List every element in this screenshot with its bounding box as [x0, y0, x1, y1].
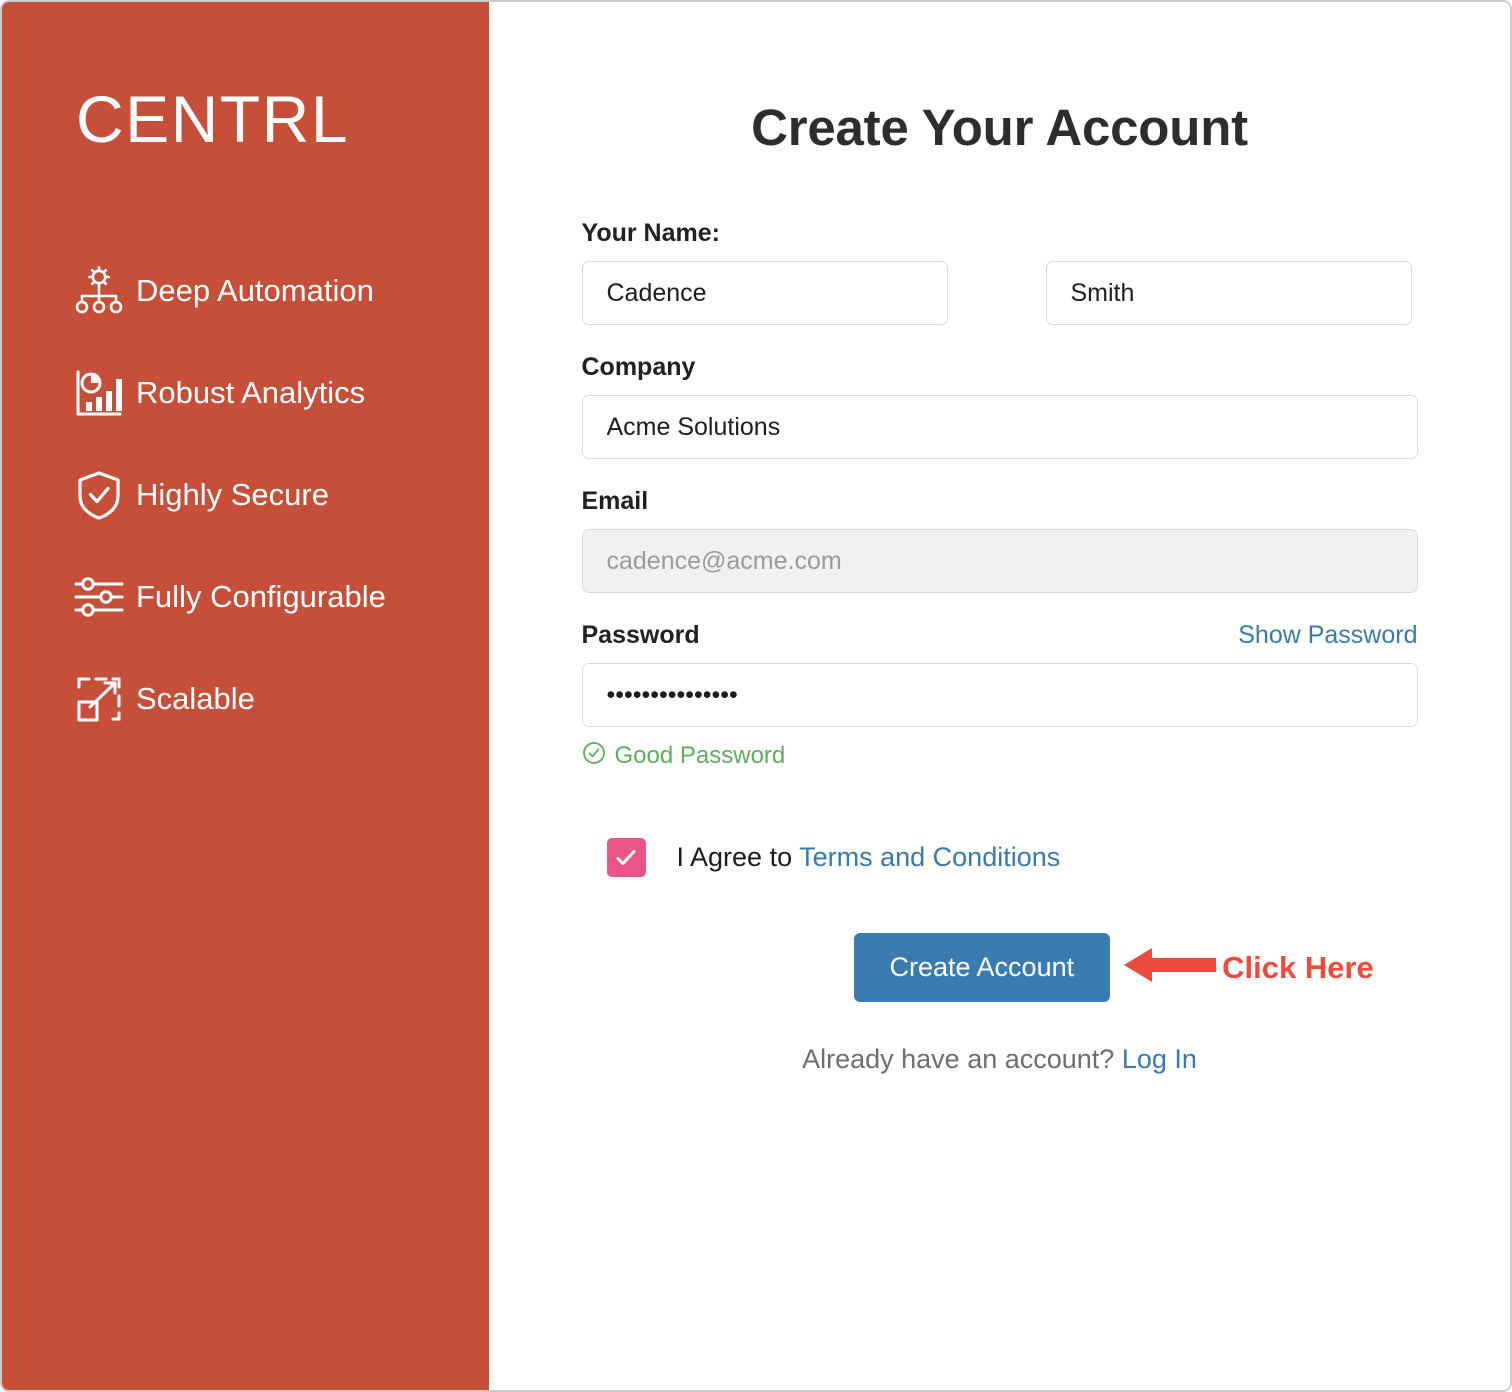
- callout-text: Click Here: [1222, 949, 1374, 985]
- scale-expand-icon: [72, 672, 126, 726]
- shield-check-icon: [72, 468, 126, 522]
- feature-label: Robust Analytics: [136, 375, 366, 410]
- signup-page: CENTRL Deep Automation Robust Analytics …: [0, 0, 1512, 1392]
- feature-item-highly-secure: Highly Secure: [72, 464, 482, 526]
- check-circle-icon: [582, 741, 606, 770]
- email-label: Email: [581, 487, 649, 515]
- analytics-icon: [72, 366, 126, 420]
- password-input[interactable]: [581, 663, 1418, 727]
- first-name-input[interactable]: [581, 261, 948, 325]
- click-here-callout: Click Here: [1122, 942, 1374, 993]
- page-title: Create Your Account: [751, 99, 1248, 156]
- company-input[interactable]: [581, 395, 1418, 459]
- feature-label: Scalable: [136, 681, 255, 716]
- feature-item-scalable: Scalable: [72, 668, 482, 730]
- terms-link[interactable]: Terms and Conditions: [799, 842, 1060, 872]
- email-input[interactable]: [581, 529, 1418, 593]
- signup-form: Your Name: Company Email Password: [581, 219, 1418, 1075]
- password-label-row: Password Show Password: [582, 621, 1418, 650]
- feature-item-fully-configurable: Fully Configurable: [72, 566, 482, 628]
- login-prompt-text: Already have an account?: [802, 1044, 1122, 1074]
- terms-agree-row: I Agree to Terms and Conditions: [606, 838, 1418, 877]
- terms-agree-text: I Agree to Terms and Conditions: [677, 842, 1061, 873]
- feature-label: Fully Configurable: [136, 579, 386, 614]
- feature-list: Deep Automation Robust Analytics Highly …: [72, 260, 482, 770]
- password-strength-text: Good Password: [614, 741, 786, 769]
- left-arrow-icon: [1122, 942, 1218, 993]
- feature-label: Deep Automation: [136, 273, 374, 308]
- brand-sidebar: CENTRL Deep Automation Robust Analytics …: [2, 2, 489, 1390]
- email-field-group: Email: [581, 487, 1418, 593]
- feature-item-deep-automation: Deep Automation: [72, 260, 482, 322]
- name-row: [581, 261, 1418, 325]
- name-label: Your Name:: [581, 219, 720, 247]
- create-account-button[interactable]: Create Account: [853, 933, 1111, 1002]
- company-field-group: Company: [581, 353, 1418, 459]
- signup-main: Create Your Account Your Name: Company E…: [489, 2, 1510, 1390]
- name-field-group: Your Name:: [581, 219, 1418, 325]
- company-label: Company: [581, 353, 696, 381]
- cta-row: Create Account Click Here: [582, 933, 1418, 1002]
- password-strength: Good Password: [582, 741, 1418, 770]
- brand-logo: CENTRL: [76, 82, 350, 156]
- password-label: Password: [581, 621, 700, 649]
- show-password-link[interactable]: Show Password: [1238, 621, 1417, 650]
- automation-icon: [72, 264, 126, 318]
- feature-item-robust-analytics: Robust Analytics: [72, 362, 482, 424]
- login-prompt-row: Already have an account? Log In: [582, 1044, 1418, 1075]
- password-field-group: Password Show Password Good Password: [581, 621, 1418, 770]
- terms-prefix: I Agree to: [676, 842, 800, 872]
- sliders-icon: [72, 570, 126, 624]
- login-link[interactable]: Log In: [1122, 1044, 1197, 1074]
- terms-checkbox[interactable]: [606, 838, 646, 877]
- last-name-input[interactable]: [1045, 261, 1412, 325]
- feature-label: Highly Secure: [136, 477, 329, 512]
